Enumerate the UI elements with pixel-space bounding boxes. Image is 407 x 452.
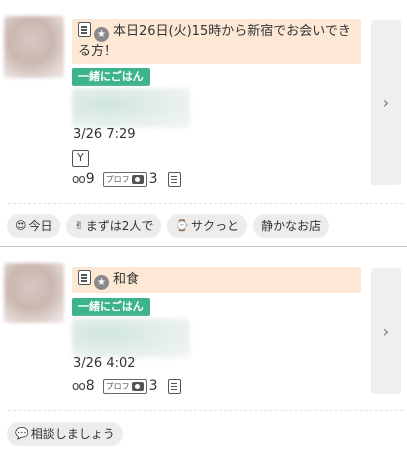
photo-count: 3	[148, 378, 158, 394]
post-stats: oo 8 プロフ 3	[72, 377, 184, 395]
post-card-2[interactable]: ★ 和食 一緒にごはん 3/26 4:02 oo 8 プロフ 3 › 💬 相談しまし…	[0, 0, 407, 452]
profile-photo-badge: プロフ	[102, 378, 147, 394]
post-title: 和食	[113, 272, 140, 287]
post-title-box[interactable]: ★ 和食	[72, 267, 361, 293]
camera-icon	[131, 381, 144, 391]
speech-bubble-icon: 💬	[15, 427, 29, 440]
star-icon: ★	[94, 275, 109, 290]
tag-pills: 💬 相談しましょう	[7, 422, 123, 446]
category-tag: 一緒にごはん	[72, 298, 150, 316]
view-count: 8	[85, 378, 95, 394]
blurred-info	[72, 318, 190, 358]
post-date: 3/26 4:02	[73, 356, 136, 371]
glasses-icon: oo	[72, 379, 86, 393]
pill-consult[interactable]: 💬 相談しましょう	[7, 422, 123, 446]
divider	[8, 410, 403, 411]
pill-label: 相談しましょう	[30, 427, 115, 441]
document-icon	[167, 378, 181, 394]
open-post-button[interactable]: ›	[371, 268, 401, 394]
prof-label: プロフ	[105, 381, 130, 391]
avatar[interactable]	[4, 263, 64, 323]
chevron-right-icon: ›	[382, 321, 390, 341]
document-icon	[78, 270, 91, 285]
